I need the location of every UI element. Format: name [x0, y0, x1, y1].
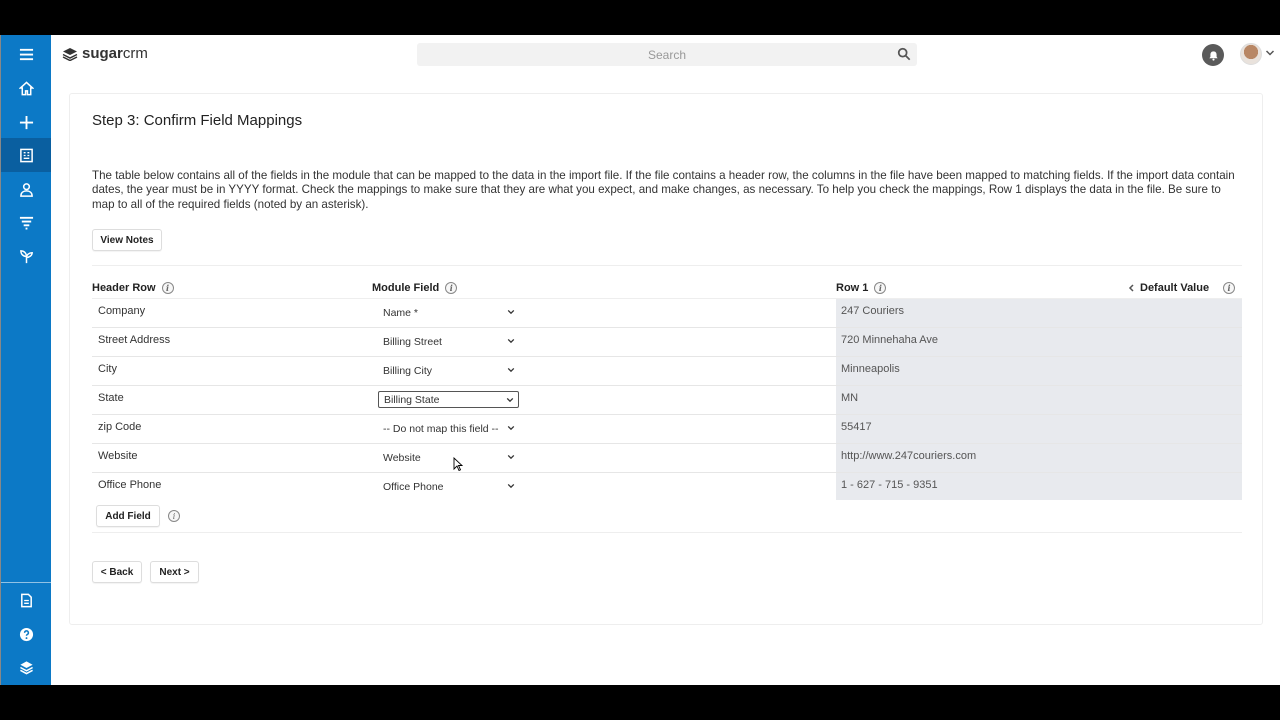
- row1-value: Minneapolis: [841, 363, 900, 375]
- menu-icon[interactable]: [1, 37, 51, 71]
- header-cell: Street Address: [98, 334, 171, 346]
- select-value: Billing City: [383, 364, 433, 377]
- select-value: -- Do not map this field --: [383, 422, 499, 435]
- user-avatar[interactable]: [1240, 43, 1262, 65]
- header-cell: zip Code: [98, 421, 142, 433]
- table-footer: Add Field i: [92, 500, 1242, 533]
- row1-value: 720 Minnehaha Ave: [841, 334, 939, 346]
- sidebar: [1, 35, 51, 685]
- document-icon[interactable]: [1, 583, 51, 617]
- import-panel: Step 3: Confirm Field Mappings The table…: [69, 93, 1263, 625]
- row1-label: Row 1: [836, 282, 869, 294]
- top-bar: sugarcrm Search: [51, 35, 1280, 73]
- chevron-down-icon: [507, 309, 515, 315]
- sugarcrm-logo[interactable]: sugarcrm: [62, 45, 148, 62]
- divider: [92, 265, 1242, 266]
- page-description: The table below contains all of the fiel…: [92, 169, 1235, 211]
- mouse-cursor-icon: [453, 457, 463, 471]
- select-value: Office Phone: [383, 480, 444, 493]
- select-value: Name *: [383, 306, 419, 319]
- header-row-column: Header Row i: [92, 282, 174, 294]
- table-row: Company Name * 247 Couriers: [92, 299, 1242, 328]
- plus-icon[interactable]: [1, 105, 51, 139]
- chevron-down-icon: [507, 483, 515, 489]
- opportunities-icon[interactable]: [1, 239, 51, 273]
- accounts-icon[interactable]: [1, 138, 51, 172]
- next-button[interactable]: Next >: [150, 561, 199, 583]
- back-button[interactable]: < Back: [92, 561, 142, 583]
- info-icon[interactable]: i: [161, 282, 174, 294]
- chevron-left-icon[interactable]: [1128, 284, 1134, 292]
- header-cell: State: [98, 392, 124, 404]
- page-title: Step 3: Confirm Field Mappings: [92, 112, 303, 129]
- layers-icon[interactable]: [1, 650, 51, 684]
- select-value: Billing Street: [383, 335, 442, 348]
- row1-column: Row 1 i: [836, 282, 887, 294]
- add-field-button[interactable]: Add Field: [96, 505, 160, 527]
- row1-value: MN: [841, 392, 859, 404]
- chevron-down-icon: [507, 454, 515, 460]
- chevron-down-icon: [507, 338, 515, 344]
- default-value-label: Default Value: [1140, 282, 1210, 294]
- info-icon[interactable]: i: [168, 510, 180, 522]
- notifications-bell-icon[interactable]: [1202, 44, 1224, 66]
- header-row-label: Header Row: [92, 282, 156, 294]
- module-field-label: Module Field: [372, 282, 440, 294]
- table-row: Office Phone Office Phone 1 - 627 - 715 …: [92, 473, 1242, 502]
- info-icon[interactable]: i: [874, 282, 887, 294]
- leads-filter-icon[interactable]: [1, 205, 51, 239]
- module-field-select[interactable]: Billing City: [378, 362, 519, 379]
- chevron-down-icon[interactable]: [1265, 48, 1275, 58]
- main-content: Step 3: Confirm Field Mappings The table…: [51, 73, 1280, 685]
- table-row: zip Code -- Do not map this field -- 554…: [92, 415, 1242, 444]
- header-cell: City: [98, 363, 117, 375]
- brand-rest: crm: [122, 45, 148, 62]
- row1-value: 55417: [841, 421, 872, 433]
- row1-value: http://www.247couriers.com: [841, 450, 977, 462]
- module-field-select[interactable]: Name *: [378, 304, 519, 321]
- table-row: Website Website http://www.247couriers.c…: [92, 444, 1242, 473]
- info-icon[interactable]: i: [1223, 282, 1236, 294]
- module-field-column: Module Field i: [372, 282, 458, 294]
- table-row: City Billing City Minneapolis: [92, 357, 1242, 386]
- row1-value: 247 Couriers: [841, 305, 904, 317]
- info-icon[interactable]: i: [445, 282, 458, 294]
- help-icon[interactable]: [1, 617, 51, 651]
- module-field-select[interactable]: Office Phone: [378, 478, 519, 495]
- chevron-down-icon: [507, 425, 515, 431]
- module-field-select[interactable]: -- Do not map this field --: [378, 420, 519, 437]
- default-value-column: Default Value i: [1128, 282, 1236, 294]
- chevron-down-icon: [506, 397, 514, 403]
- search-icon[interactable]: [897, 47, 911, 61]
- home-icon[interactable]: [1, 71, 51, 105]
- contacts-icon[interactable]: [1, 172, 51, 206]
- table-row: Street Address Billing Street 720 Minneh…: [92, 328, 1242, 357]
- search-input[interactable]: Search: [417, 43, 917, 66]
- header-cell: Company: [98, 305, 146, 317]
- select-value: Website: [383, 451, 421, 464]
- header-cell: Website: [98, 450, 138, 462]
- search-placeholder: Search: [647, 48, 687, 62]
- cube-logo-icon: [62, 47, 78, 61]
- view-notes-button[interactable]: View Notes: [92, 229, 162, 251]
- header-cell: Office Phone: [98, 479, 162, 491]
- select-value: Billing State: [384, 393, 440, 406]
- table-row: State Billing State MN: [92, 386, 1242, 415]
- chevron-down-icon: [507, 367, 515, 373]
- module-field-select[interactable]: Billing State: [378, 391, 519, 408]
- module-field-select[interactable]: Website: [378, 449, 519, 466]
- brand-bold: sugar: [82, 45, 123, 62]
- app-window: sugarcrm Search Step 3: Confirm Field Ma…: [0, 35, 1280, 685]
- table-header: Header Row i Module Field i Row 1 i Default…: [92, 282, 1242, 299]
- row1-value: 1 - 627 - 715 - 9351: [841, 479, 938, 491]
- module-field-select[interactable]: Billing Street: [378, 333, 519, 350]
